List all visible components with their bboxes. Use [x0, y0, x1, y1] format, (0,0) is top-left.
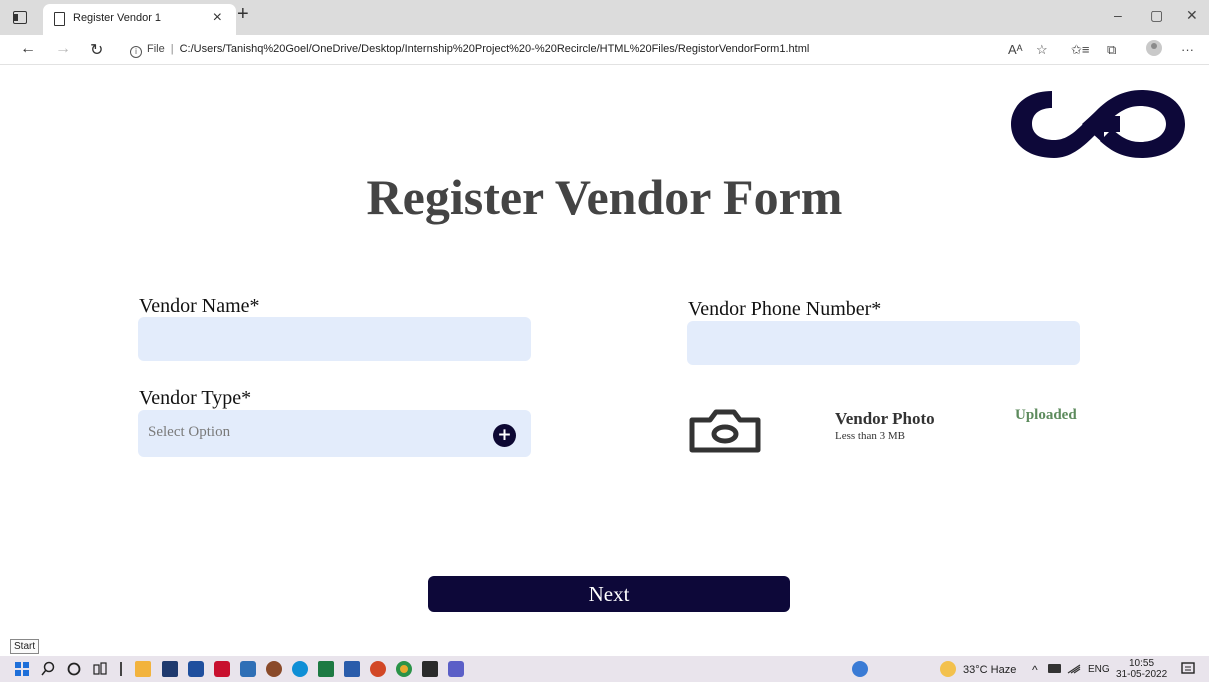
cortana-icon[interactable]	[66, 661, 82, 677]
vendor-type-placeholder: Select Option	[148, 424, 231, 440]
clock-date[interactable]: 31-05-2022	[1116, 669, 1167, 680]
url-field[interactable]: i File | C:/Users/Tanishq%20Goel/OneDrive/D…	[130, 43, 809, 58]
url-separator: |	[170, 43, 174, 55]
restore-button[interactable]: ▢	[1150, 7, 1163, 24]
battery-icon[interactable]	[1048, 664, 1061, 673]
task-view-icon[interactable]	[92, 661, 108, 677]
vendor-photo-title: Vendor Photo	[835, 409, 935, 428]
read-aloud-icon[interactable]: Aᴬ	[1008, 42, 1023, 57]
close-window-button[interactable]: ✕	[1186, 7, 1198, 24]
url-text[interactable]: C:/Users/Tanishq%20Goel/OneDrive/Desktop…	[180, 43, 810, 55]
back-button[interactable]: ←	[20, 40, 36, 58]
store-icon[interactable]	[188, 661, 204, 677]
favorites-icon[interactable]: ✩≡	[1071, 42, 1089, 58]
address-bar: ← → ↻ i File | C:/Users/Tanishq%20Goel/OneD…	[0, 35, 1209, 65]
profile-avatar[interactable]	[1146, 40, 1162, 56]
excel-icon[interactable]	[318, 661, 334, 677]
forward-button[interactable]: →	[55, 40, 71, 58]
vendor-name-label: Vendor Name*	[139, 295, 260, 317]
info-icon[interactable]: i	[130, 46, 142, 58]
app-icon-2[interactable]	[266, 661, 282, 677]
weather-sun-icon	[940, 661, 956, 677]
clock-time[interactable]: 10:55	[1129, 658, 1154, 669]
next-button[interactable]: Next	[428, 576, 790, 612]
favorite-star-icon[interactable]: ☆	[1036, 42, 1048, 58]
refresh-button[interactable]: ↻	[90, 40, 103, 60]
tab-actions-icon[interactable]	[13, 11, 27, 24]
weather-text[interactable]: 33°C Haze	[963, 664, 1016, 676]
recircle-infinity-logo	[1011, 90, 1185, 158]
close-tab-icon[interactable]: ×	[213, 9, 222, 27]
upload-status: Uploaded	[1015, 407, 1077, 423]
language-indicator[interactable]: ENG	[1088, 664, 1110, 675]
word-icon[interactable]	[344, 661, 360, 677]
vendor-type-label: Vendor Type*	[139, 387, 252, 409]
plus-circle-icon[interactable]: +	[493, 424, 516, 447]
powerpoint-icon[interactable]	[370, 661, 386, 677]
weather-app-icon[interactable]	[852, 661, 868, 677]
vendor-name-input[interactable]	[138, 317, 531, 361]
vendor-phone-label: Vendor Phone Number*	[688, 298, 882, 320]
browser-tab[interactable]: Register Vendor 1 ×	[43, 4, 236, 35]
collections-icon[interactable]: ⧉	[1107, 42, 1116, 58]
page-icon	[54, 12, 65, 26]
url-scheme: File	[147, 43, 165, 55]
vendor-type-select[interactable]: Select Option +	[138, 410, 531, 457]
wifi-icon[interactable]	[1066, 661, 1082, 677]
more-options-icon[interactable]: ···	[1181, 42, 1194, 57]
mcafee-icon[interactable]	[214, 661, 230, 677]
taskbar: 33°C Haze ^ ENG 10:55 31-05-2022	[0, 656, 1209, 682]
terminal-icon[interactable]	[422, 661, 438, 677]
minimize-button[interactable]: –	[1114, 7, 1122, 23]
chrome-icon[interactable]	[396, 661, 412, 677]
tab-strip: Register Vendor 1 × + – ▢ ✕	[0, 0, 1209, 35]
vendor-phone-input[interactable]	[687, 321, 1080, 365]
file-explorer-icon[interactable]	[135, 661, 151, 677]
tray-chevron-icon[interactable]: ^	[1032, 663, 1038, 677]
mail-icon[interactable]	[240, 661, 256, 677]
new-tab-button[interactable]: +	[237, 3, 249, 26]
tab-title: Register Vendor 1	[73, 12, 162, 24]
camera-icon[interactable]	[688, 409, 762, 453]
search-icon[interactable]	[40, 661, 56, 677]
page-title: Register Vendor Form	[366, 169, 843, 225]
vendor-photo-hint: Less than 3 MB	[835, 430, 905, 442]
teams-icon[interactable]	[448, 661, 464, 677]
windows-start-icon[interactable]	[14, 661, 30, 677]
taskbar-divider	[120, 662, 122, 676]
notifications-icon[interactable]	[1180, 661, 1196, 677]
app-icon-1[interactable]	[162, 661, 178, 677]
start-tooltip: Start	[10, 639, 40, 654]
edge-icon[interactable]	[292, 661, 308, 677]
